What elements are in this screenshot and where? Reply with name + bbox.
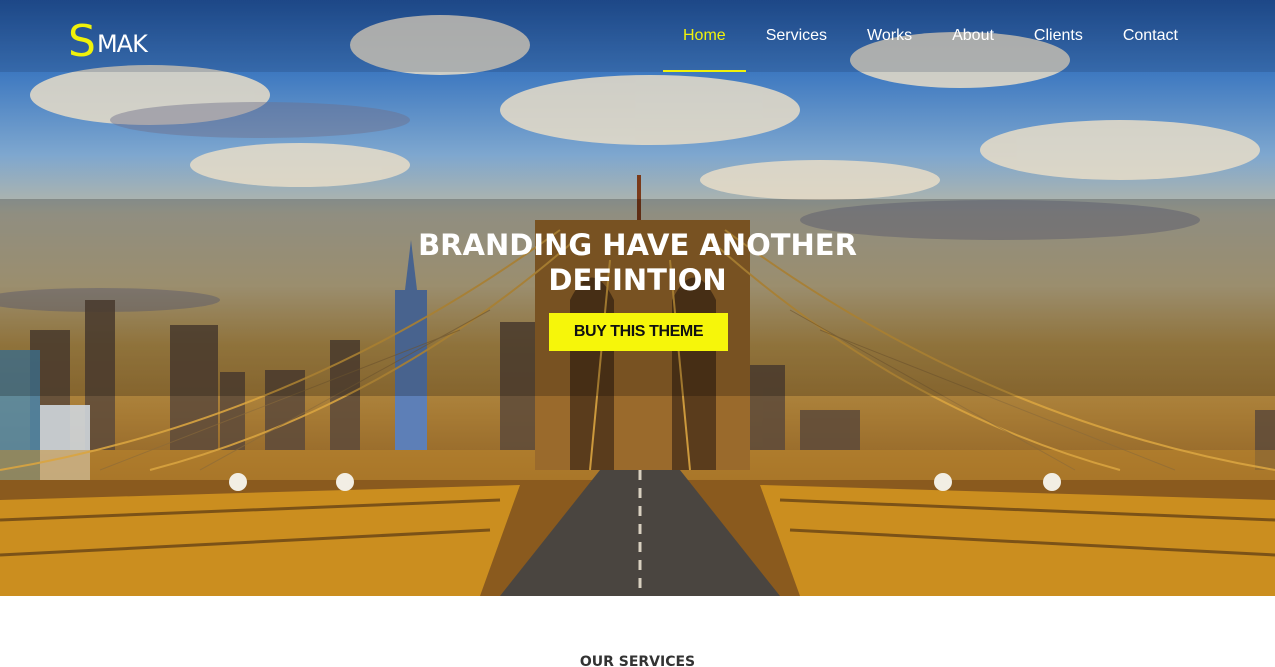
nav-item-contact[interactable]: Contact: [1103, 0, 1198, 72]
brand-logo-initial: S: [68, 16, 96, 67]
brand-logo[interactable]: S MAK: [68, 4, 148, 67]
nav-item-clients[interactable]: Clients: [1014, 0, 1103, 72]
brand-logo-text: MAK: [96, 30, 148, 58]
top-navigation-bar: S MAK Home Services Works About Clients …: [0, 0, 1275, 72]
hero-title-line-1: BRANDING HAVE ANOTHER: [418, 228, 857, 262]
nav-item-services[interactable]: Services: [746, 0, 847, 72]
hero-title: BRANDING HAVE ANOTHER DEFINTION: [0, 228, 1275, 298]
main-nav: Home Services Works About Clients Contac…: [663, 0, 1198, 72]
services-section-heading: OUR SERVICES: [579, 654, 696, 667]
hero-title-line-2: DEFINTION: [548, 263, 727, 297]
nav-item-works[interactable]: Works: [847, 0, 932, 72]
buy-theme-button[interactable]: BUY THIS THEME: [549, 313, 728, 351]
nav-item-about[interactable]: About: [932, 0, 1014, 72]
hero-section: S MAK Home Services Works About Clients …: [0, 0, 1275, 596]
nav-item-home[interactable]: Home: [663, 0, 746, 72]
